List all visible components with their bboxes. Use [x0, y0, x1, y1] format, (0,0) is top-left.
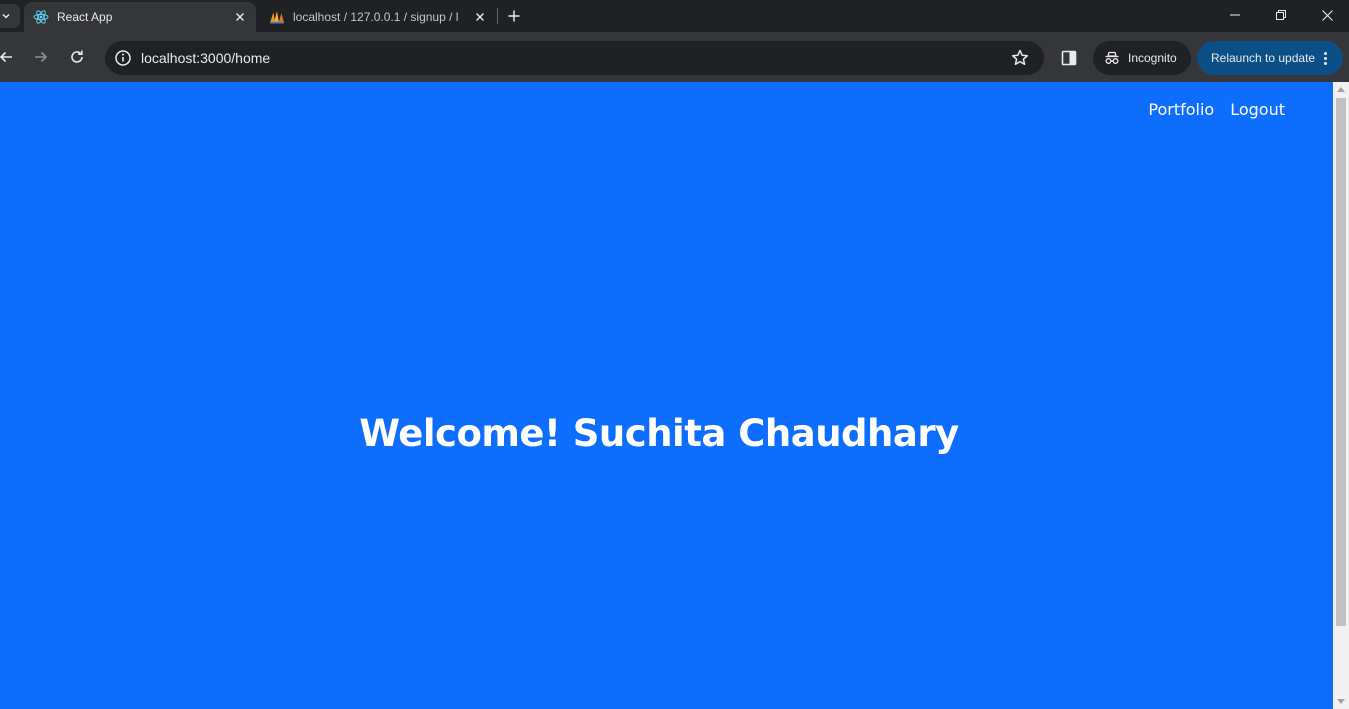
plus-icon	[508, 10, 520, 22]
new-tab-button[interactable]	[502, 4, 526, 28]
side-panel-icon	[1061, 50, 1077, 66]
close-window-button[interactable]	[1304, 0, 1349, 30]
tab-divider	[497, 8, 498, 24]
nav-link-logout[interactable]: Logout	[1230, 100, 1285, 119]
restore-icon	[1276, 10, 1286, 20]
minimize-icon	[1230, 14, 1240, 16]
phpmyadmin-icon	[270, 11, 284, 24]
tab-react-app[interactable]: React App	[24, 2, 256, 32]
side-panel-button[interactable]	[1058, 47, 1080, 69]
chevron-down-icon	[2, 13, 10, 19]
relaunch-button[interactable]: Relaunch to update	[1197, 41, 1343, 75]
site-info-icon[interactable]	[114, 49, 132, 67]
tab-search-button[interactable]	[0, 4, 20, 28]
arrow-right-icon	[35, 51, 48, 63]
page-viewport: Portfolio Logout Welcome! Suchita Chaudh…	[0, 82, 1333, 709]
react-logo-icon	[33, 10, 49, 24]
close-icon	[1321, 9, 1333, 21]
tab-title: localhost / 127.0.0.1 / signup / l	[293, 10, 459, 24]
tab-phpmyadmin[interactable]: localhost / 127.0.0.1 / signup / l	[260, 2, 496, 32]
reload-button[interactable]	[63, 43, 91, 71]
incognito-icon	[1105, 51, 1119, 64]
top-nav: Portfolio Logout	[1148, 100, 1285, 119]
browser-toolbar: localhost:3000/home Incognito Relaunch t…	[0, 32, 1349, 82]
minimize-button[interactable]	[1212, 0, 1258, 30]
nav-link-portfolio[interactable]: Portfolio	[1148, 100, 1214, 119]
address-bar[interactable]: localhost:3000/home	[105, 41, 1044, 75]
close-tab-icon[interactable]	[232, 9, 248, 25]
bookmark-star-icon[interactable]	[1010, 48, 1030, 68]
tab-title: React App	[57, 10, 113, 24]
close-tab-icon[interactable]	[472, 9, 488, 25]
forward-button[interactable]	[27, 43, 55, 71]
relaunch-label: Relaunch to update	[1211, 51, 1316, 65]
back-button[interactable]	[0, 43, 20, 71]
vertical-scrollbar[interactable]	[1333, 82, 1349, 709]
scroll-up-arrow-icon[interactable]	[1337, 87, 1345, 92]
welcome-heading: Welcome! Suchita Chaudhary	[359, 412, 959, 455]
restore-button[interactable]	[1258, 0, 1304, 30]
scrollbar-thumb[interactable]	[1336, 98, 1346, 626]
arrow-left-icon	[0, 51, 12, 63]
tab-strip: React App localhost / 127.0.0.1 / signup…	[0, 0, 1349, 32]
incognito-indicator[interactable]: Incognito	[1093, 41, 1191, 75]
scroll-down-arrow-icon[interactable]	[1337, 699, 1345, 704]
browser-window: React App localhost / 127.0.0.1 / signup…	[0, 0, 1349, 709]
reload-icon	[71, 50, 83, 63]
incognito-label: Incognito	[1128, 51, 1177, 65]
more-menu-icon[interactable]	[1324, 51, 1328, 65]
url-text[interactable]: localhost:3000/home	[141, 50, 1010, 66]
